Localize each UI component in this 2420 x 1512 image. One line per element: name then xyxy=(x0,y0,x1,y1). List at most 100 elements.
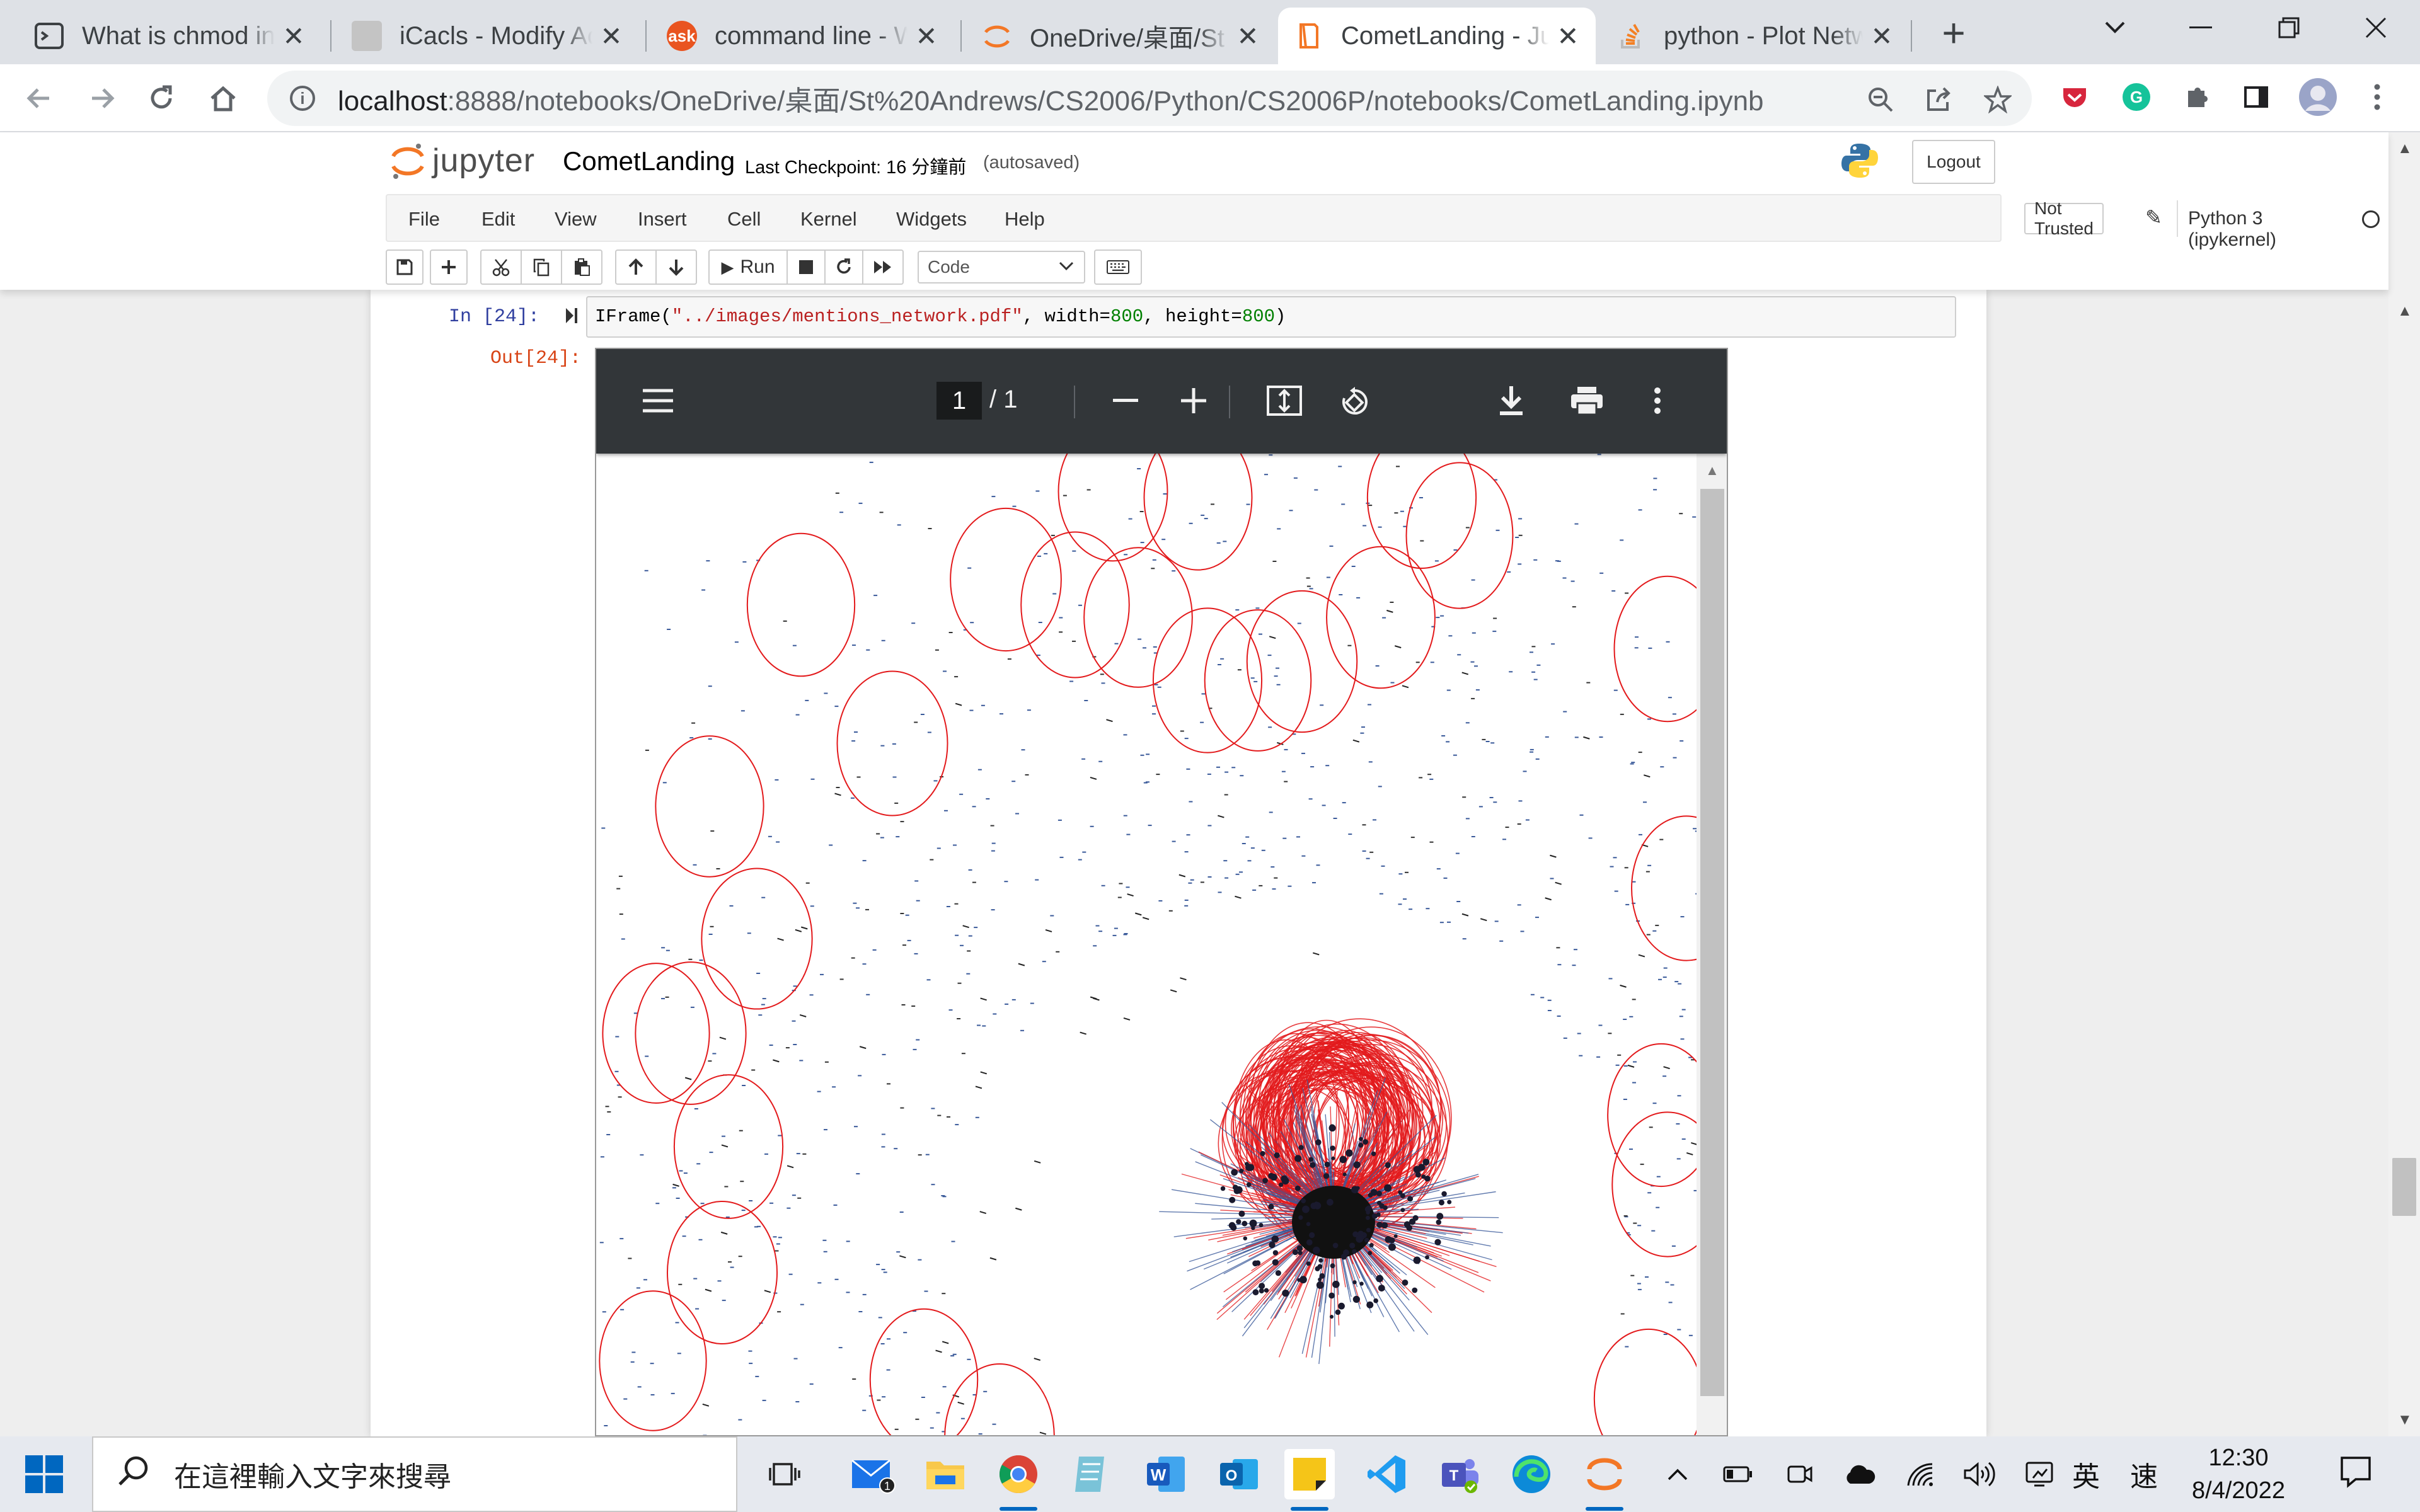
not-trusted-button[interactable]: Not Trusted xyxy=(2024,198,2104,238)
tab-search-icon[interactable] xyxy=(2090,9,2140,47)
volume-icon[interactable] xyxy=(1960,1455,1998,1493)
page-scroll-thumb[interactable] xyxy=(2392,1158,2416,1216)
notepad-app-icon[interactable] xyxy=(1065,1449,1115,1499)
edit-pencil-icon[interactable]: ✎ xyxy=(2145,205,2162,229)
scroll-down-arrow-icon[interactable]: ▼ xyxy=(2397,1411,2412,1429)
browser-tab-chmod[interactable]: What is chmod in ✕ xyxy=(19,8,321,64)
reload-button[interactable] xyxy=(141,78,182,118)
menu-edit[interactable]: Edit xyxy=(481,208,515,231)
restart-kernel-button[interactable] xyxy=(824,249,863,285)
cut-button[interactable] xyxy=(480,249,522,285)
menu-view[interactable]: View xyxy=(555,208,597,231)
minimize-button[interactable] xyxy=(2175,9,2226,47)
scroll-up-arrow-icon[interactable]: ▲ xyxy=(2397,302,2412,320)
menu-help[interactable]: Help xyxy=(1005,208,1045,231)
run-button[interactable]: ▶ Run xyxy=(708,249,788,285)
wifi-icon[interactable] xyxy=(1902,1455,1940,1493)
scroll-up-arrow-icon[interactable]: ▲ xyxy=(1705,462,1719,479)
copy-button[interactable] xyxy=(521,249,562,285)
chrome-app-icon[interactable] xyxy=(993,1449,1044,1511)
vscode-app-icon[interactable] xyxy=(1361,1449,1412,1499)
outlook-app-icon[interactable]: O xyxy=(1214,1449,1264,1499)
notebook-name[interactable]: CometLanding xyxy=(563,146,735,176)
code-cell-input[interactable]: IFrame("../images/mentions_network.pdf",… xyxy=(586,296,1956,338)
page-scrollbar[interactable]: ▲ ▲ ▼ xyxy=(2388,132,2420,1436)
paste-button[interactable] xyxy=(561,249,602,285)
browser-menu-icon[interactable] xyxy=(2360,79,2395,115)
restart-run-all-button[interactable] xyxy=(862,249,904,285)
cell-run-indicator-icon[interactable] xyxy=(565,306,579,329)
word-app-icon[interactable]: W xyxy=(1141,1449,1191,1499)
close-tab-icon[interactable]: ✕ xyxy=(599,21,624,52)
taskbar-clock[interactable]: 12:30 8/4/2022 xyxy=(2175,1441,2302,1507)
browser-tab-plot-network[interactable]: python - Plot Netw ✕ xyxy=(1601,8,1910,64)
menu-widgets[interactable]: Widgets xyxy=(896,208,967,231)
chevron-up-icon[interactable] xyxy=(1659,1455,1697,1493)
browser-tab-cometlanding[interactable]: CometLanding - Ju ✕ xyxy=(1278,8,1596,64)
meet-now-icon[interactable] xyxy=(1781,1455,1819,1493)
more-options-icon[interactable] xyxy=(1645,381,1670,421)
bookmark-star-icon[interactable] xyxy=(1980,82,2015,117)
scroll-up-arrow-icon[interactable]: ▲ xyxy=(2397,140,2412,158)
home-button[interactable] xyxy=(203,78,243,118)
browser-tab-icacls[interactable]: iCacls - Modify Ac ✕ xyxy=(337,8,639,64)
ime-language-indicator[interactable]: 英 xyxy=(2067,1455,2105,1493)
browser-tab-onedrive[interactable]: OneDrive/桌面/St ✕ xyxy=(967,8,1276,64)
interrupt-kernel-button[interactable] xyxy=(786,249,826,285)
menu-cell[interactable]: Cell xyxy=(727,208,761,231)
ime-mode-indicator[interactable]: 速 xyxy=(2125,1455,2163,1493)
zoom-icon[interactable] xyxy=(1863,82,1898,117)
pdf-scroll-thumb[interactable] xyxy=(1700,489,1724,1396)
pdf-viewer-iframe[interactable]: 1 / 1 ▲ xyxy=(595,348,1728,1436)
windows-start-icon[interactable] xyxy=(24,1454,64,1494)
fit-to-page-icon[interactable] xyxy=(1264,381,1305,421)
jupyter-app-icon[interactable] xyxy=(1579,1449,1630,1511)
command-palette-button[interactable] xyxy=(1094,249,1142,285)
menu-insert[interactable]: Insert xyxy=(638,208,687,231)
pocket-extension-icon[interactable] xyxy=(2057,79,2092,115)
site-info-icon[interactable]: i xyxy=(290,86,315,111)
taskbar-search-box[interactable]: 在這裡輸入文字來搜尋 xyxy=(92,1436,737,1512)
onedrive-icon[interactable] xyxy=(1840,1455,1878,1493)
pdf-page-number-input[interactable]: 1 xyxy=(936,382,982,420)
zoom-in-icon[interactable] xyxy=(1173,381,1214,421)
close-tab-icon[interactable]: ✕ xyxy=(914,21,939,52)
menu-kernel[interactable]: Kernel xyxy=(800,208,857,231)
zoom-out-icon[interactable] xyxy=(1105,381,1146,421)
close-tab-icon[interactable]: ✕ xyxy=(281,21,306,52)
close-window-button[interactable] xyxy=(2351,9,2401,47)
insert-cell-button[interactable] xyxy=(430,249,468,285)
grammarly-extension-icon[interactable]: G xyxy=(2119,79,2154,115)
move-up-button[interactable] xyxy=(615,249,657,285)
battery-icon[interactable] xyxy=(1719,1455,1757,1493)
extensions-icon[interactable] xyxy=(2179,79,2215,115)
jupyter-logo[interactable]: jupyter xyxy=(391,141,535,180)
teams-app-icon[interactable]: T xyxy=(1434,1449,1485,1499)
mail-app-icon[interactable]: 1 xyxy=(848,1449,899,1499)
menu-file[interactable]: File xyxy=(408,208,440,231)
profile-avatar[interactable] xyxy=(2298,77,2338,117)
restore-button[interactable] xyxy=(2264,9,2314,47)
new-tab-button[interactable]: + xyxy=(1935,13,1973,53)
browser-tab-command-line[interactable]: ask command line - W ✕ xyxy=(652,8,954,64)
forward-button[interactable] xyxy=(82,78,122,118)
sticky-notes-app-icon[interactable] xyxy=(1284,1449,1335,1511)
save-button[interactable] xyxy=(386,249,424,285)
close-tab-icon[interactable]: ✕ xyxy=(1555,21,1581,52)
side-panel-icon[interactable] xyxy=(2238,79,2274,115)
hamburger-menu-icon[interactable] xyxy=(638,381,678,421)
edge-app-icon[interactable] xyxy=(1506,1449,1557,1499)
share-icon[interactable] xyxy=(1921,82,1956,117)
print-icon[interactable] xyxy=(1567,381,1607,421)
back-button[interactable] xyxy=(19,78,59,118)
close-tab-icon[interactable]: ✕ xyxy=(1869,21,1894,52)
move-down-button[interactable] xyxy=(655,249,697,285)
address-bar[interactable]: i localhost:8888/notebooks/OneDrive/桌面/S… xyxy=(267,71,2032,126)
notification-center-icon[interactable] xyxy=(2339,1455,2372,1496)
download-icon[interactable] xyxy=(1491,381,1531,421)
close-tab-icon[interactable]: ✕ xyxy=(1235,21,1260,52)
rotate-icon[interactable] xyxy=(1335,381,1375,421)
task-view-icon[interactable] xyxy=(760,1449,810,1499)
pdf-scrollbar[interactable]: ▲ xyxy=(1697,454,1727,1435)
file-explorer-icon[interactable] xyxy=(920,1449,971,1499)
